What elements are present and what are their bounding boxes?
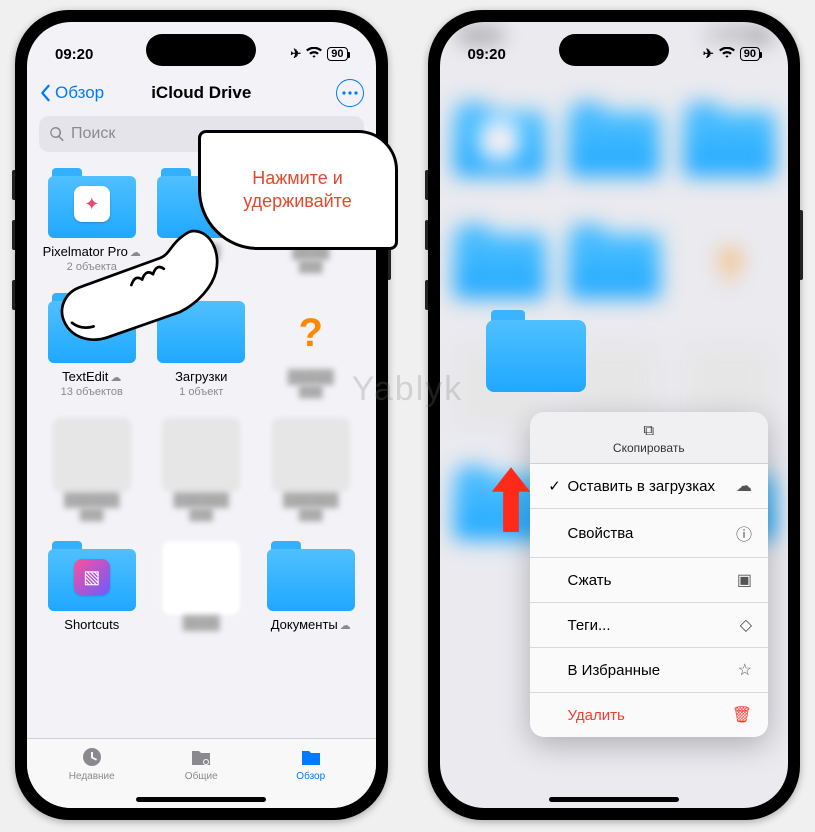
cloud-icon: ☁︎ [340,619,351,632]
folder-documents[interactable]: Документы☁︎ [260,541,362,632]
back-button[interactable]: Обзор [39,83,104,103]
ctx-keep-downloaded[interactable]: ✓Оставить в загрузках ☁︎ [530,464,769,509]
tag-icon: ◇ [740,615,752,635]
archive-icon: ▣ [737,570,752,590]
trash-icon: 🗑 [732,705,752,725]
tab-shared[interactable]: Общие [147,745,257,794]
file-blurred-1[interactable]: ██████ ███ [41,418,143,521]
airplane-icon: ✈︎ [703,46,714,62]
nav-bar: Обзор iCloud Drive [27,72,376,114]
file-blurred-4[interactable]: ████ [151,541,253,632]
cloud-icon: ☁︎ [110,371,121,384]
search-icon [49,126,65,142]
status-right: ✈︎ 90 [290,46,347,62]
annotation-arrow-icon [482,462,540,532]
search-placeholder: Поиск [71,125,115,143]
battery-indicator: 90 [327,47,347,61]
tutorial-callout: Нажмите и удерживайте [198,130,398,250]
folder-icon [298,745,324,769]
wifi-icon [306,47,322,62]
wifi-icon [719,47,735,62]
file-blurred-3[interactable]: ██████ ███ [260,418,362,521]
status-right: ✈︎ 90 [703,46,760,62]
clock-icon [79,745,105,769]
ctx-info[interactable]: Свойства ⓘ [530,509,769,558]
dynamic-island [146,34,256,66]
ctx-delete[interactable]: Удалить 🗑 [530,693,769,737]
star-icon: ☆ [738,660,752,680]
status-time: 09:20 [468,46,506,63]
ctx-tags[interactable]: Теги... ◇ [530,603,769,648]
file-blurred-2[interactable]: ██████ ███ [151,418,253,521]
home-indicator[interactable] [549,797,679,802]
airplane-icon: ✈︎ [290,46,301,62]
folder-unknown[interactable]: █████ ███ [260,293,362,398]
ctx-copy[interactable]: ⧉ Скопировать [530,412,769,464]
check-icon: ✓ [546,477,564,495]
folder-shortcuts[interactable]: ▧ Shortcuts [41,541,143,632]
context-target-folder[interactable] [486,310,586,392]
tab-browse[interactable]: Обзор [256,745,366,794]
shortcuts-thumb-icon: ▧ [74,559,110,595]
context-menu: ⧉ Скопировать ✓Оставить в загрузках ☁︎ С… [530,412,769,737]
status-time: 09:20 [55,46,93,63]
screen-right: 09:20 ✈︎ 90 ✦ [440,22,789,808]
phone-right: 09:20 ✈︎ 90 ✦ [428,10,801,820]
info-icon: ⓘ [736,521,752,545]
hand-pointer-icon [45,220,225,350]
ctx-compress[interactable]: Сжать ▣ [530,558,769,603]
phone-left: 09:20 ✈︎ 90 Обзор iCloud Drive Поиск [15,10,388,820]
dynamic-island [559,34,669,66]
home-indicator[interactable] [136,797,266,802]
battery-indicator: 90 [740,47,760,61]
ctx-favorite[interactable]: В Избранные ☆ [530,648,769,693]
tab-recents[interactable]: Недавние [37,745,147,794]
folder-shared-icon [188,745,214,769]
pixelmator-thumb-icon: ✦ [74,186,110,222]
copy-icon: ⧉ [530,422,769,439]
more-button[interactable] [336,79,364,107]
cloud-filled-icon: ☁︎ [736,476,752,496]
